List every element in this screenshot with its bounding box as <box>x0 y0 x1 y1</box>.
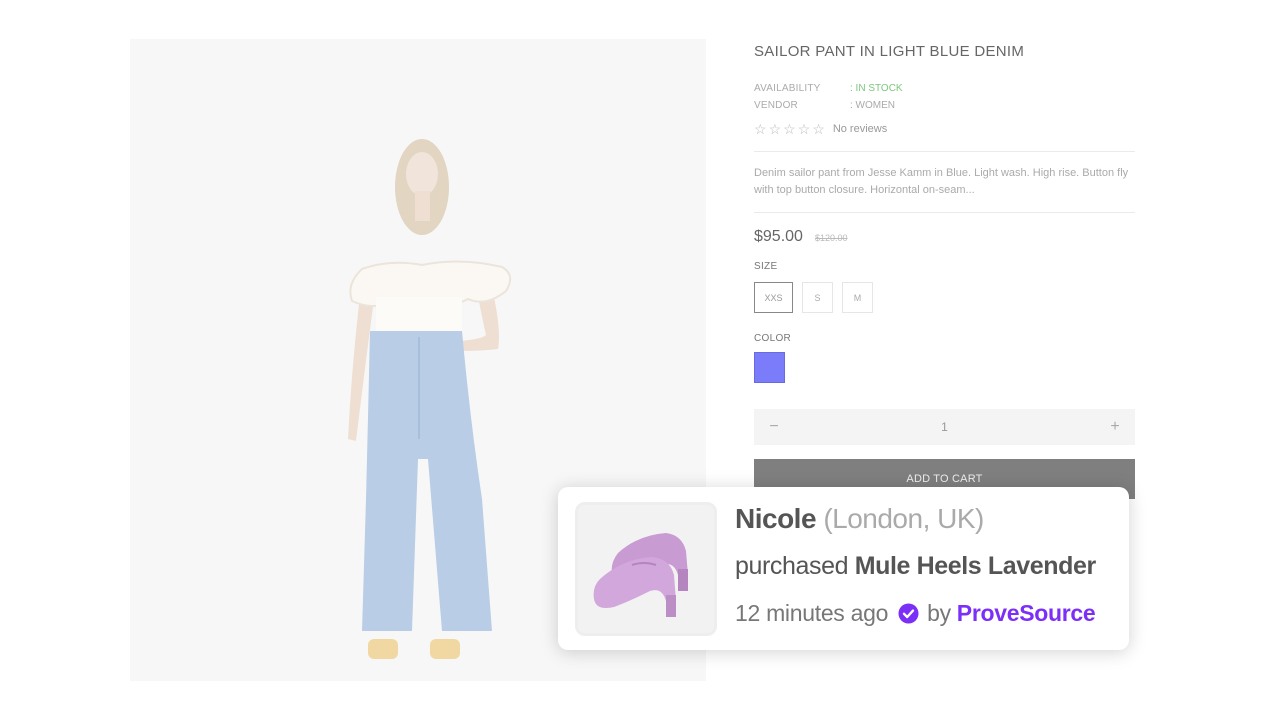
purchase-action: purchased <box>735 552 849 580</box>
current-price: $95.00 <box>754 228 803 245</box>
vendor-value: : WOMEN <box>850 100 895 111</box>
size-option-s[interactable]: S <box>802 282 833 313</box>
notification-text: Nicole (London, UK) purchased Mule Heels… <box>735 503 1096 627</box>
attribution-line: 12 minutes ago by ProveSource <box>735 600 1096 627</box>
by-label: by <box>927 600 951 626</box>
mule-heels-image <box>593 533 688 617</box>
purchase-notification[interactable]: Nicole (London, UK) purchased Mule Heels… <box>558 487 1129 650</box>
quantity-input[interactable]: 1 <box>941 420 948 434</box>
star-icon: ☆ <box>754 121 767 137</box>
product-meta: AVAILABILITY : IN STOCK VENDOR : WOMEN <box>754 80 1135 114</box>
price-row: $95.00 $120.00 <box>754 228 1135 246</box>
color-label: COLOR <box>754 333 792 344</box>
purchase-line: purchased Mule Heels Lavender <box>735 552 1096 584</box>
size-options: XXS S M <box>754 282 1135 313</box>
product-details: SAILOR PANT IN LIGHT BLUE DENIM AVAILABI… <box>754 40 1135 499</box>
customer-line: Nicole (London, UK) <box>735 503 1096 539</box>
star-icon: ☆ <box>768 121 782 137</box>
decrease-quantity-button[interactable]: − <box>766 418 782 436</box>
star-icon: ☆ <box>812 121 825 137</box>
increase-quantity-button[interactable]: + <box>1107 418 1123 436</box>
divider <box>754 212 1135 213</box>
availability-row: AVAILABILITY : IN STOCK <box>754 80 1135 97</box>
size-label: SIZE <box>754 261 778 272</box>
size-option-xxs[interactable]: XXS <box>754 282 793 313</box>
product-description: Denim sailor pant from Jesse Kamm in Blu… <box>754 167 1129 196</box>
vendor-row: VENDOR : WOMEN <box>754 97 1135 114</box>
availability-label: AVAILABILITY <box>754 83 821 94</box>
availability-value: : IN STOCK <box>850 83 903 94</box>
reviews-row[interactable]: ☆ ☆ ☆ ☆ ☆ No reviews <box>754 120 1135 138</box>
vendor-label: VENDOR <box>754 100 798 111</box>
purchased-product: Mule Heels Lavender <box>854 552 1097 580</box>
quantity-stepper: − 1 + <box>754 409 1135 445</box>
rating-stars: ☆ ☆ ☆ ☆ ☆ <box>754 122 825 136</box>
color-swatch[interactable] <box>754 352 785 383</box>
product-title: SAILOR PANT IN LIGHT BLUE DENIM <box>754 43 1025 60</box>
size-option-m[interactable]: M <box>842 282 873 313</box>
star-icon: ☆ <box>797 121 811 137</box>
check-circle-icon <box>898 603 919 624</box>
reviews-count: No reviews <box>832 123 888 135</box>
notification-product-thumbnail <box>575 502 717 636</box>
customer-location: (London, UK) <box>823 503 984 534</box>
provesource-brand-link[interactable]: ProveSource <box>957 600 1096 627</box>
star-icon: ☆ <box>783 121 796 137</box>
divider <box>754 151 1135 152</box>
original-price: $120.00 <box>814 233 848 243</box>
purchase-time: 12 minutes ago <box>735 600 889 626</box>
customer-name: Nicole <box>735 503 817 534</box>
